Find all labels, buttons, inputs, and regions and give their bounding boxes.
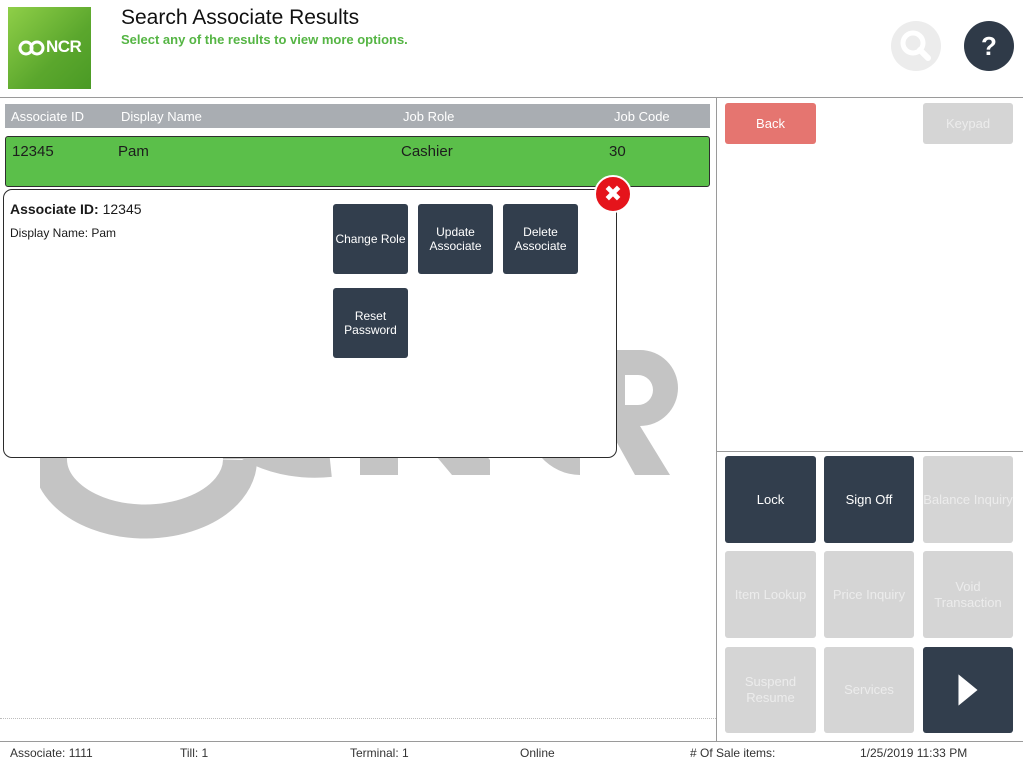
status-bar: Associate: 1111 Till: 1 Terminal: 1 Onli…: [0, 741, 1023, 765]
item-lookup-button[interactable]: Item Lookup: [725, 551, 816, 638]
back-button[interactable]: Back: [725, 103, 816, 144]
logo-text: NCR: [46, 37, 82, 56]
balance-inquiry-button[interactable]: Balance Inquiry: [923, 456, 1013, 543]
ncr-logo-mark-icon: [18, 40, 45, 56]
col-associate-id: Associate ID: [11, 109, 84, 124]
status-till: Till: 1: [180, 746, 209, 760]
popup-associate-id: Associate ID: 12345: [10, 201, 142, 217]
void-transaction-button[interactable]: Void Transaction: [923, 551, 1013, 638]
header: NCR Search Associate Results Select any …: [0, 0, 1023, 98]
popup-display-name: Display Name: Pam: [10, 226, 117, 240]
help-icon: ?: [981, 31, 997, 61]
lock-button[interactable]: Lock: [725, 456, 816, 543]
suspend-resume-button[interactable]: Suspend Resume: [725, 647, 816, 733]
col-job-code: Job Code: [614, 109, 670, 124]
close-popup-button[interactable]: ✖: [594, 175, 632, 213]
search-button[interactable]: [891, 21, 941, 71]
popup-id-value: 12345: [102, 201, 142, 217]
change-role-button[interactable]: Change Role: [333, 204, 408, 274]
status-datetime: 1/25/2019 11:33 PM: [860, 746, 968, 760]
panel-divider: [716, 98, 717, 741]
results-table-header: Associate ID Display Name Job Role Job C…: [5, 104, 710, 128]
associate-options-popup: Associate ID: 12345 Display Name: Pam Ch…: [3, 189, 617, 458]
status-associate: Associate: 1111: [10, 746, 93, 760]
sign-off-button[interactable]: Sign Off: [824, 456, 914, 543]
page-title: Search Associate Results: [121, 6, 360, 29]
cell-associate-id: 12345: [12, 143, 54, 160]
status-terminal: Terminal: 1: [350, 746, 409, 760]
services-button[interactable]: Services: [824, 647, 914, 733]
ncr-logo: NCR: [8, 7, 91, 89]
right-panel-divider: [716, 451, 1023, 452]
cell-display-name: Pam: [118, 143, 149, 160]
price-inquiry-button[interactable]: Price Inquiry: [824, 551, 914, 638]
next-page-button[interactable]: [923, 647, 1013, 733]
search-icon: [900, 30, 931, 61]
footer-divider: [0, 718, 716, 719]
next-arrow-icon: [958, 674, 978, 706]
delete-associate-button[interactable]: Delete Associate: [503, 204, 578, 274]
col-display-name: Display Name: [121, 109, 202, 124]
col-job-role: Job Role: [403, 109, 455, 124]
update-associate-button[interactable]: Update Associate: [418, 204, 493, 274]
cell-job-code: 30: [609, 143, 626, 160]
close-icon: ✖: [603, 181, 623, 206]
page-subtitle: Select any of the results to view more o…: [121, 32, 408, 47]
help-button[interactable]: ?: [964, 21, 1014, 71]
status-sale-items: # Of Sale items:: [690, 746, 776, 760]
status-connection: Online: [520, 746, 555, 760]
keypad-button[interactable]: Keypad: [923, 103, 1013, 144]
reset-password-button[interactable]: Reset Password: [333, 288, 408, 358]
cell-job-role: Cashier: [401, 143, 453, 160]
popup-id-label: Associate ID:: [10, 201, 99, 217]
